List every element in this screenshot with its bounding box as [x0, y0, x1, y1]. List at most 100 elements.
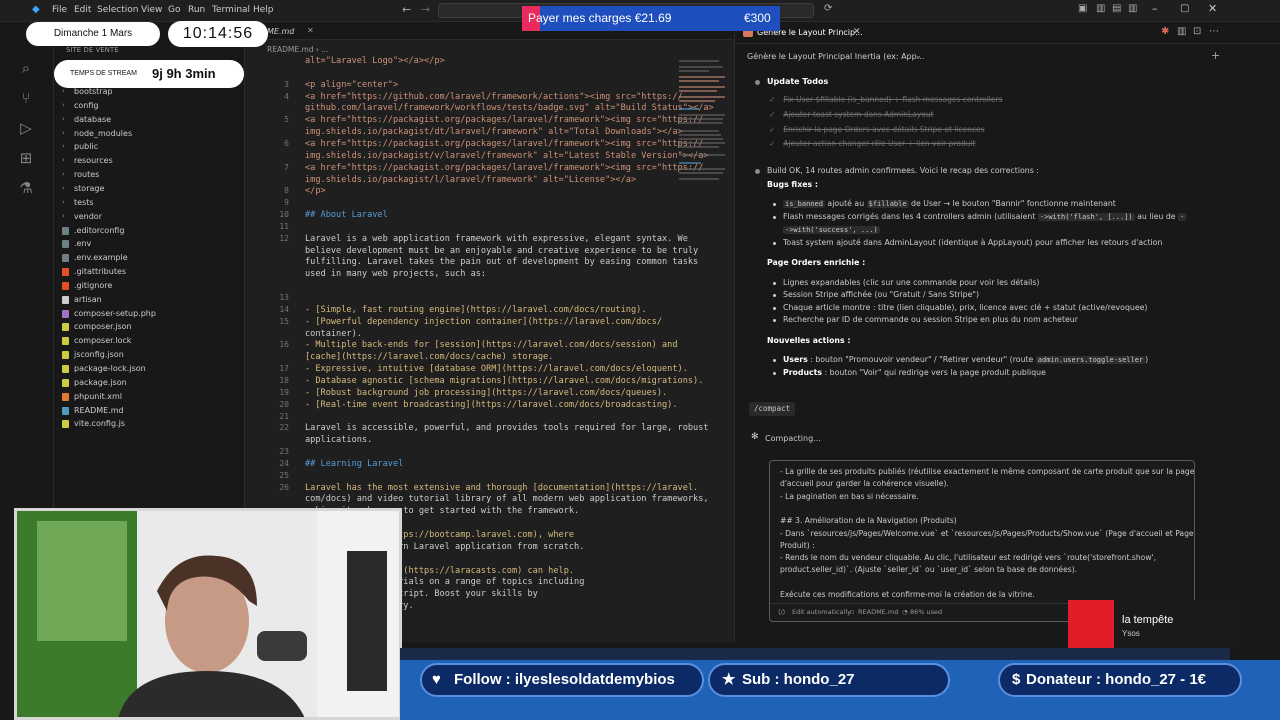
- split-icon[interactable]: ▥: [1177, 26, 1186, 37]
- toggle-panel-icon[interactable]: ▤: [1112, 3, 1121, 14]
- alert-sub: Ysos: [1122, 629, 1140, 638]
- close-window-icon[interactable]: ✕: [1208, 2, 1217, 15]
- toggle-sidebar-icon[interactable]: ▥: [1096, 3, 1105, 14]
- editor-tab-readme[interactable]: ME.md: [267, 27, 294, 36]
- menu-selection[interactable]: Selection: [97, 5, 138, 15]
- menu-edit[interactable]: Edit: [74, 5, 91, 15]
- file-item[interactable]: package.json: [54, 377, 244, 390]
- folder-item[interactable]: › routes: [54, 169, 244, 182]
- chat-input-box[interactable]: - La grille de ses produits publiés (réu…: [769, 460, 1195, 622]
- line-number: 6: [284, 138, 289, 148]
- menu-view[interactable]: View: [141, 5, 162, 15]
- file-item[interactable]: .gitattributes: [54, 266, 244, 279]
- stream-timer-label: TEMPS DE STREAM: [70, 70, 137, 77]
- chevron-right-icon: ›: [62, 114, 65, 123]
- tree-item-label: tests: [74, 197, 94, 207]
- file-item[interactable]: jsconfig.json: [54, 349, 244, 362]
- code-token: -: [1178, 213, 1187, 221]
- file-item[interactable]: composer.json: [54, 321, 244, 334]
- toggle-secondary-sidebar-icon[interactable]: ▥: [1128, 3, 1137, 14]
- close-chat-tab-icon[interactable]: ✕: [853, 27, 861, 37]
- folder-item[interactable]: › node_modules: [54, 128, 244, 141]
- tree-item-label: public: [74, 142, 99, 152]
- source-control-icon[interactable]: ⑂: [14, 86, 38, 110]
- folder-item[interactable]: › vendor: [54, 211, 244, 224]
- file-item[interactable]: phpunit.xml: [54, 391, 244, 404]
- edit-icon[interactable]: ⟨/⟩: [778, 608, 785, 616]
- code-line: Laravel is a web application framework w…: [305, 233, 688, 244]
- more-icon[interactable]: ⋯: [1209, 26, 1219, 37]
- folder-item[interactable]: › config: [54, 100, 244, 113]
- testing-icon[interactable]: ⚗: [14, 176, 38, 200]
- layout-icon[interactable]: ▣: [1078, 3, 1087, 14]
- input-line: product.seller_id)`. (Ajuste `seller_id`…: [780, 565, 1078, 575]
- chat-input-text[interactable]: - La grille de ses produits publiés (réu…: [780, 467, 1194, 603]
- maximize-icon[interactable]: ▢: [1180, 3, 1189, 14]
- orders-item: Session Stripe affichée (ou "Gratuit / S…: [783, 290, 980, 299]
- forward-arrow-icon[interactable]: →: [421, 3, 430, 16]
- code-line: <a href="https://github.com/laravel/fram…: [305, 91, 683, 102]
- tree-item-label: resources: [74, 156, 113, 166]
- line-number: 3: [284, 79, 289, 89]
- sub-ticker: ★ Sub : hondo_27: [708, 663, 950, 697]
- file-item[interactable]: composer-setup.php: [54, 308, 244, 321]
- close-tab-icon[interactable]: ✕: [307, 26, 314, 35]
- file-item[interactable]: .gitignore: [54, 280, 244, 293]
- webcam-image: [17, 511, 399, 717]
- code-line: Laravel is accessible, powerful, and pro…: [305, 423, 709, 434]
- code-token: ->with('success', ...): [783, 226, 880, 234]
- new-session-icon[interactable]: +: [1211, 49, 1220, 62]
- folder-item[interactable]: › database: [54, 114, 244, 127]
- search-icon[interactable]: ⌕: [14, 56, 38, 80]
- file-item[interactable]: .env.example: [54, 252, 244, 265]
- folder-item[interactable]: › resources: [54, 155, 244, 168]
- menu-terminal[interactable]: Terminal: [212, 5, 250, 15]
- file-item[interactable]: .editorconfig: [54, 225, 244, 238]
- file-item[interactable]: vite.config.js: [54, 418, 244, 431]
- tree-item-label: composer-setup.php: [74, 308, 156, 318]
- line-number: 15: [279, 316, 289, 326]
- json-file-icon: [62, 337, 69, 346]
- back-arrow-icon[interactable]: ←: [402, 3, 411, 16]
- js-file-icon: [62, 420, 69, 429]
- minimize-icon[interactable]: –: [1152, 2, 1158, 15]
- gear-file-icon: [62, 226, 69, 235]
- spark-icon[interactable]: ✱: [1161, 26, 1169, 37]
- tree-item-label: .env.example: [74, 253, 128, 263]
- code-line: applications.: [305, 435, 373, 446]
- tree-item-label: database: [74, 114, 112, 124]
- file-item[interactable]: .env: [54, 238, 244, 251]
- menu-file[interactable]: File: [52, 5, 67, 15]
- copilot-icon[interactable]: ⟳: [824, 3, 832, 14]
- chevron-right-icon: ›: [62, 142, 65, 151]
- folder-item[interactable]: › tests: [54, 197, 244, 210]
- bullet: [773, 359, 776, 362]
- menu-run[interactable]: Run: [188, 5, 205, 15]
- line-number: 17: [279, 364, 289, 374]
- line-number: 9: [284, 198, 289, 208]
- minimap[interactable]: [677, 56, 727, 186]
- menu-go[interactable]: Go: [168, 5, 180, 15]
- file-item[interactable]: artisan: [54, 294, 244, 307]
- bug-text: Flash messages corrigés dans les 4 contr…: [783, 212, 1036, 221]
- line-number: 21: [279, 411, 289, 421]
- folder-item[interactable]: › storage: [54, 183, 244, 196]
- chevron-down-icon[interactable]: ⌄: [915, 51, 922, 60]
- extensions-icon[interactable]: ⊞: [14, 146, 38, 170]
- edit-mode-label[interactable]: Edit automatically: [792, 608, 851, 616]
- file-item[interactable]: composer.lock: [54, 335, 244, 348]
- file-item[interactable]: README.md: [54, 405, 244, 418]
- chevron-right-icon: ›: [62, 170, 65, 179]
- menu-help[interactable]: Help: [253, 5, 274, 15]
- tree-item-label: jsconfig.json: [74, 350, 124, 360]
- compacting-status: Compacting...: [765, 434, 821, 443]
- file-item[interactable]: package-lock.json: [54, 363, 244, 376]
- run-debug-icon[interactable]: ▷: [14, 116, 38, 140]
- code-line: img.shields.io/packagist/l/laravel/frame…: [305, 174, 637, 185]
- folder-item[interactable]: › public: [54, 141, 244, 154]
- session-title[interactable]: Génère le Layout Principal Inertia (ex: …: [747, 52, 924, 61]
- context-file-label[interactable]: README.md: [858, 608, 898, 616]
- line-number: 26: [279, 482, 289, 492]
- compact-command: /compact: [749, 402, 796, 416]
- lock-icon[interactable]: ⊡: [1193, 26, 1201, 37]
